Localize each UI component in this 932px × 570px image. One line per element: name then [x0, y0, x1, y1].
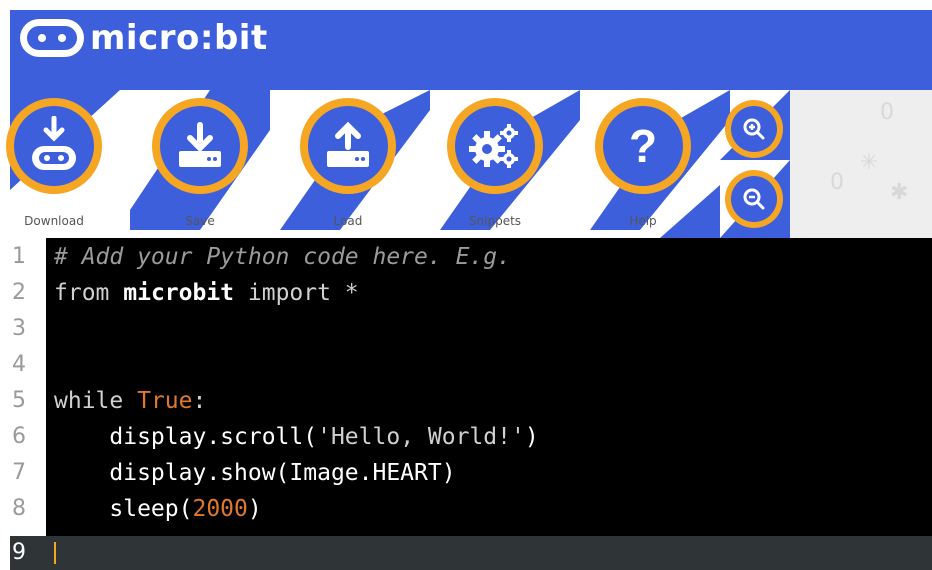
code-editor[interactable]: 1 # Add your Python code here. E.g. 2 fr…	[10, 238, 932, 570]
line-number: 8	[12, 496, 26, 521]
snippets-label: Snippets	[468, 214, 522, 228]
code-line[interactable]: 4	[10, 350, 932, 380]
question-mark-icon: ?	[628, 120, 658, 172]
line-number: 9	[10, 536, 46, 570]
zoom-out-icon	[743, 188, 765, 210]
code-line[interactable]: 6 display.scroll('Hello, World!')	[10, 422, 932, 452]
current-code-line[interactable]: 9	[10, 536, 932, 570]
gears-icon	[469, 124, 518, 168]
line-number: 6	[12, 424, 26, 449]
code-line[interactable]: 2 from microbit import *	[10, 278, 932, 308]
zoom-out-button[interactable]	[725, 170, 783, 228]
code-line[interactable]: 7 display.show(Image.HEART)	[10, 458, 932, 488]
save-icon	[179, 122, 221, 167]
code-line[interactable]: 5 while True:	[10, 386, 932, 416]
load-icon	[327, 121, 369, 167]
line-number: 3	[12, 316, 26, 341]
text-cursor	[54, 542, 56, 564]
zoom-in-button[interactable]	[725, 100, 783, 158]
code-line[interactable]: 1 # Add your Python code here. E.g.	[10, 242, 932, 272]
code-line[interactable]: 3	[10, 314, 932, 344]
code-text: display.show(Image.HEART)	[54, 460, 456, 486]
load-button[interactable]	[300, 98, 396, 194]
app-title: micro:bit	[90, 18, 268, 58]
microbit-download-icon	[32, 116, 76, 170]
app-header: micro:bit	[10, 10, 932, 90]
toolbar-pattern: 0 0 ✱ ✳	[790, 90, 932, 238]
code-text: from microbit import *	[54, 280, 359, 306]
download-button[interactable]	[6, 98, 102, 194]
microbit-logo: micro:bit	[20, 18, 268, 58]
code-text: display.scroll('Hello, World!')	[54, 424, 539, 450]
save-button[interactable]	[152, 98, 248, 194]
snippets-button[interactable]	[447, 98, 543, 194]
download-label: Download	[24, 214, 84, 228]
line-number: 4	[12, 352, 26, 377]
help-button[interactable]: ?	[595, 98, 691, 194]
save-label: Save	[185, 214, 215, 228]
code-text: sleep(2000)	[54, 496, 262, 522]
line-number: 5	[12, 388, 26, 413]
zoom-in-icon	[743, 118, 765, 140]
code-text: # Add your Python code here. E.g.	[54, 244, 511, 270]
microbit-logo-icon	[20, 19, 84, 57]
code-text: while True:	[54, 388, 207, 414]
code-line[interactable]: 8 sleep(2000)	[10, 494, 932, 524]
line-number: 7	[12, 460, 26, 485]
load-label: Load	[333, 214, 363, 228]
help-label: Help	[629, 214, 657, 228]
line-number: 2	[12, 280, 26, 305]
toolbar: 0 0 ✱ ✳ Download Save Load Snippets ? He…	[6, 90, 932, 238]
line-number: 1	[12, 244, 26, 269]
